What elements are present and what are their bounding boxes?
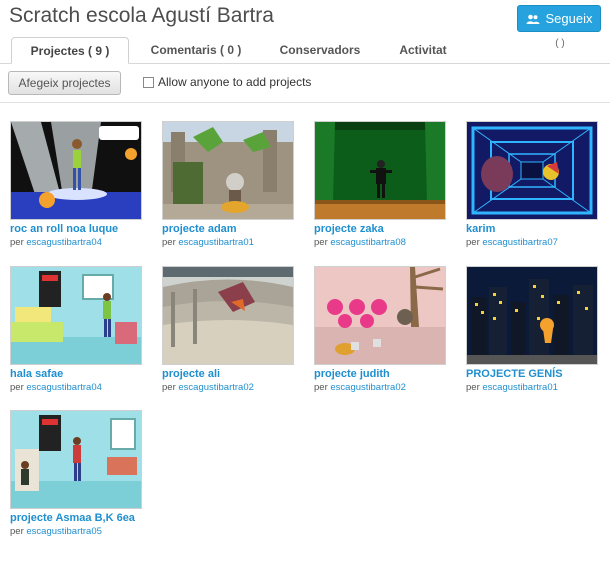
by-label: per xyxy=(314,382,328,393)
page-title: Scratch escola Agustí Bartra xyxy=(9,4,274,27)
project-card[interactable]: karim per escagustibartra07 xyxy=(466,121,598,249)
by-label: per xyxy=(162,382,176,393)
project-author: per escagustibartra08 xyxy=(314,236,446,249)
follow-label: Segueix xyxy=(545,11,593,26)
tab-comments[interactable]: Comentaris ( 0 ) xyxy=(138,37,254,63)
author-link[interactable]: escagustibartra04 xyxy=(26,237,102,248)
project-thumbnail-image xyxy=(11,122,141,219)
project-thumbnail[interactable] xyxy=(162,266,294,365)
project-author: per escagustibartra01 xyxy=(466,381,598,394)
allow-anyone-option[interactable]: Allow anyone to add projects xyxy=(143,75,311,89)
extra-count: ( ) xyxy=(555,38,565,49)
project-thumbnail-image xyxy=(315,122,445,219)
project-author: per escagustibartra05 xyxy=(10,525,142,538)
project-title[interactable]: projecte ali xyxy=(162,367,294,381)
by-label: per xyxy=(10,237,24,248)
project-author: per escagustibartra02 xyxy=(162,381,294,394)
project-card[interactable]: projecte judith per escagustibartra02 xyxy=(314,266,446,394)
project-title[interactable]: hala safae xyxy=(10,367,142,381)
project-author: per escagustibartra02 xyxy=(314,381,446,394)
author-link[interactable]: escagustibartra01 xyxy=(178,237,254,248)
by-label: per xyxy=(466,237,480,248)
project-thumbnail[interactable] xyxy=(314,121,446,220)
author-link[interactable]: escagustibartra01 xyxy=(482,382,558,393)
tab-curators[interactable]: Conservadors xyxy=(266,37,374,63)
project-author: per escagustibartra01 xyxy=(162,236,294,249)
project-thumbnail-image xyxy=(315,267,445,364)
add-projects-button[interactable]: Afegeix projectes xyxy=(8,71,121,95)
project-thumbnail[interactable] xyxy=(314,266,446,365)
tab-bar: Projectes ( 9 ) Comentaris ( 0 ) Conserv… xyxy=(0,37,610,64)
author-link[interactable]: escagustibartra08 xyxy=(330,237,406,248)
tab-projects[interactable]: Projectes ( 9 ) xyxy=(11,37,129,64)
project-toolbar: Afegeix projectes Allow anyone to add pr… xyxy=(0,64,610,103)
project-thumbnail-image xyxy=(467,122,597,219)
project-card[interactable]: projecte zaka per escagustibartra08 xyxy=(314,121,446,249)
by-label: per xyxy=(466,382,480,393)
project-thumbnail[interactable] xyxy=(10,266,142,365)
project-card[interactable]: projecte adam per escagustibartra01 xyxy=(162,121,294,249)
allow-anyone-label: Allow anyone to add projects xyxy=(158,75,312,89)
project-title[interactable]: roc an roll noa luque xyxy=(10,222,142,236)
tab-activity[interactable]: Activitat xyxy=(383,37,463,63)
project-title[interactable]: PROJECTE GENÍS xyxy=(466,367,598,381)
project-thumbnail-image xyxy=(11,267,141,364)
project-title[interactable]: karim xyxy=(466,222,598,236)
project-title[interactable]: projecte adam xyxy=(162,222,294,236)
project-author: per escagustibartra07 xyxy=(466,236,598,249)
by-label: per xyxy=(162,237,176,248)
allow-anyone-checkbox[interactable] xyxy=(143,76,154,88)
author-link[interactable]: escagustibartra02 xyxy=(178,382,254,393)
by-label: per xyxy=(10,526,24,537)
project-thumbnail[interactable] xyxy=(162,121,294,220)
follow-button[interactable]: Segueix xyxy=(517,5,601,32)
project-thumbnail[interactable] xyxy=(466,266,598,365)
project-title[interactable]: projecte judith xyxy=(314,367,446,381)
project-thumbnail[interactable] xyxy=(10,121,142,220)
users-icon xyxy=(526,14,539,24)
project-title[interactable]: projecte zaka xyxy=(314,222,446,236)
project-thumbnail[interactable] xyxy=(466,121,598,220)
author-link[interactable]: escagustibartra07 xyxy=(482,237,558,248)
by-label: per xyxy=(314,237,328,248)
author-link[interactable]: escagustibartra02 xyxy=(330,382,406,393)
project-card[interactable]: projecte Asmaa B,K 6ea per escagustibart… xyxy=(10,410,142,538)
project-author: per escagustibartra04 xyxy=(10,236,142,249)
project-card[interactable]: PROJECTE GENÍS per escagustibartra01 xyxy=(466,266,598,394)
project-thumbnail-image xyxy=(163,122,293,219)
author-link[interactable]: escagustibartra05 xyxy=(26,526,102,537)
project-title[interactable]: projecte Asmaa B,K 6ea xyxy=(10,511,142,525)
project-thumbnail[interactable] xyxy=(10,410,142,509)
project-thumbnail-image xyxy=(467,267,597,364)
project-author: per escagustibartra04 xyxy=(10,381,142,394)
project-card[interactable]: projecte ali per escagustibartra02 xyxy=(162,266,294,394)
project-card[interactable]: roc an roll noa luque per escagustibartr… xyxy=(10,121,142,249)
author-link[interactable]: escagustibartra04 xyxy=(26,382,102,393)
project-thumbnail-image xyxy=(11,411,141,508)
by-label: per xyxy=(10,382,24,393)
project-card[interactable]: hala safae per escagustibartra04 xyxy=(10,266,142,394)
project-thumbnail-image xyxy=(163,267,293,364)
